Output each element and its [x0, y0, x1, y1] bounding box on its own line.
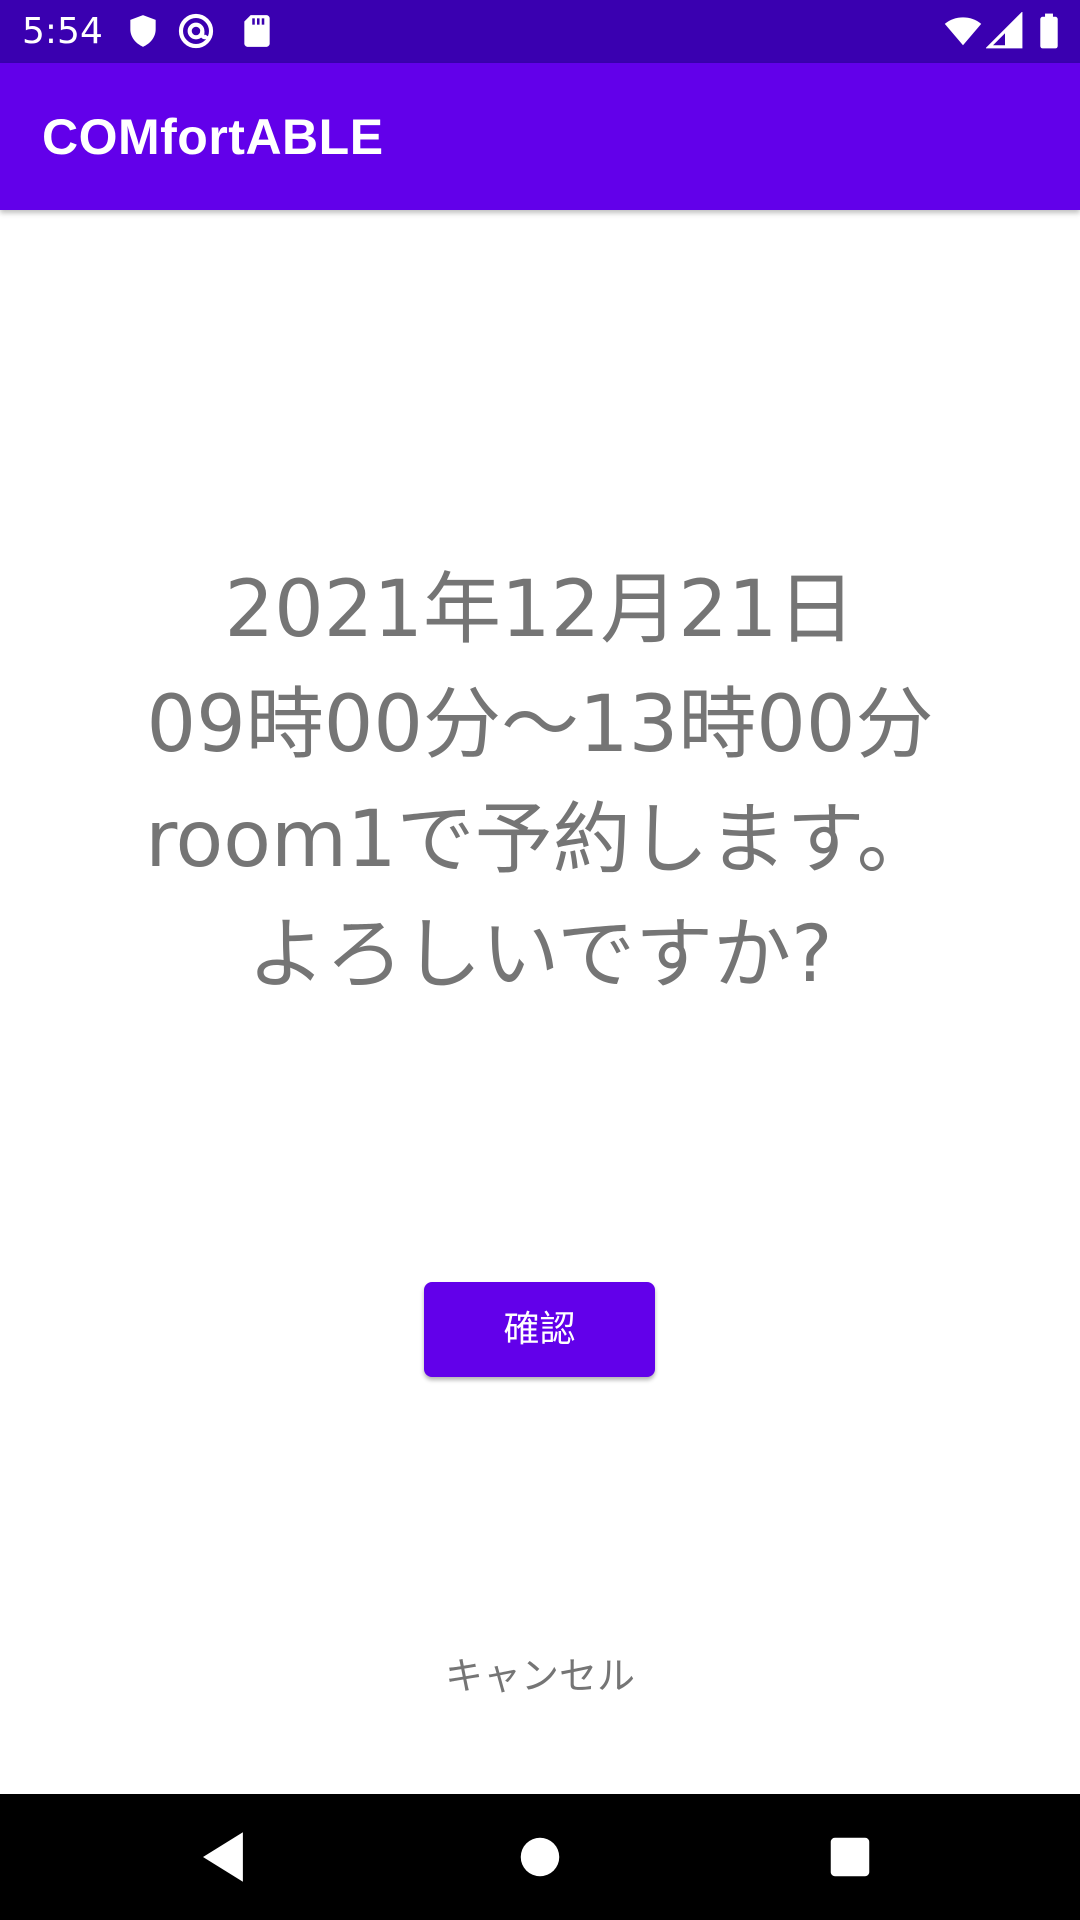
confirm-button[interactable]: 確認: [424, 1282, 655, 1377]
cancel-button[interactable]: キャンセル: [390, 1646, 690, 1706]
app-bar: COMfortABLE: [0, 63, 1080, 210]
back-icon[interactable]: [192, 1824, 258, 1890]
app-title: COMfortABLE: [42, 109, 384, 165]
reservation-room: room1で予約します。: [145, 795, 935, 885]
confirmation-question: よろしいですか?: [247, 910, 833, 1000]
shield-icon: [124, 12, 162, 50]
status-bar: 5:54: [0, 0, 1080, 63]
reservation-date: 2021年12月21日: [224, 565, 856, 655]
cell-signal-icon: [985, 11, 1024, 50]
sd-card-icon: [238, 12, 276, 50]
home-icon[interactable]: [507, 1824, 573, 1890]
status-time: 5:54: [22, 11, 103, 52]
screen: 5:54 COMfortABLE 2021年12月21日 09時00分～13時0…: [0, 0, 1080, 1920]
confirmation-message: 2021年12月21日 09時00分～13時00分 room1で予約します。 よ…: [60, 553, 1020, 1013]
reservation-time: 09時00分～13時00分: [146, 680, 934, 770]
wifi-icon: [944, 12, 982, 50]
battery-icon: [1030, 12, 1068, 50]
at-sign-icon: [177, 12, 215, 50]
recents-icon[interactable]: [817, 1824, 883, 1890]
navigation-bar: [0, 1794, 1080, 1920]
